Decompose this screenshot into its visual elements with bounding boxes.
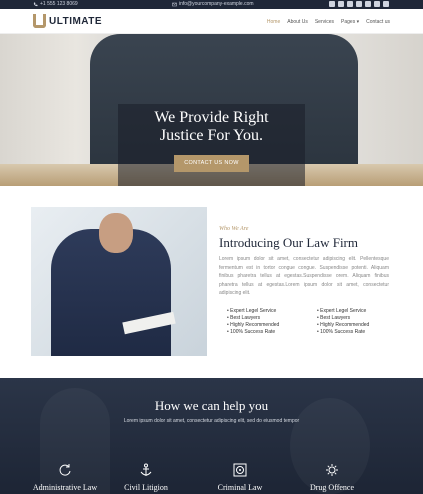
refresh-icon [59, 464, 71, 476]
site-header: ULTIMATE Home About Us Services Pages ▾ … [0, 9, 423, 34]
hero-title-line-2: Justice For You. [159, 127, 264, 144]
services-subtitle: Lorem ipsum dolor sit amet, consectetur … [123, 418, 300, 424]
anchor-icon [140, 463, 152, 476]
social-links [329, 1, 389, 7]
nav-about-us[interactable]: About Us [287, 19, 308, 25]
services-title: How we can help you [154, 398, 269, 413]
phone-icon [33, 2, 38, 6]
linkedin-icon[interactable] [347, 1, 353, 7]
service-name: Civil Litigion [124, 483, 168, 492]
service-civil-litigion[interactable]: Civil Litigion [101, 463, 191, 492]
logo-mark [33, 14, 46, 28]
feature-item: Expert Legel Service [317, 308, 369, 315]
feature-item: 100% Success Rate [227, 329, 279, 336]
main-nav: Home About Us Services Pages ▾ Contact u… [267, 19, 390, 25]
feature-item: Highly Recommended [227, 322, 279, 329]
skype-icon[interactable] [383, 1, 389, 7]
feature-item: 100% Success Rate [317, 329, 369, 336]
service-name: Drug Offence [309, 483, 355, 492]
about-text: Lorem ipsum dolor sit amet, consectetur … [219, 256, 389, 297]
feature-item: Expert Legel Service [227, 308, 279, 315]
email-address: info@yourcompany-example.com [179, 1, 254, 7]
email-contact[interactable]: info@yourcompany-example.com [172, 1, 254, 7]
hero-title-line-1: We Provide Right [154, 109, 269, 126]
contact-us-button[interactable]: CONTACT US NOW [174, 155, 249, 172]
service-drug-offence[interactable]: Drug Offence [287, 463, 377, 492]
photo-head [99, 213, 133, 253]
hero-banner: We Provide Right Justice For You. CONTAC… [0, 34, 423, 186]
feature-item: Highly Recommended [317, 322, 369, 329]
feature-item: Best Lawyers [227, 315, 279, 322]
services-section: How we can help you Lorem ipsum dolor si… [0, 378, 423, 494]
features-list-left: Expert Legel Service Best Lawyers Highly… [227, 308, 279, 336]
logo[interactable]: ULTIMATE [33, 14, 102, 28]
nav-contact-us[interactable]: Contact us [366, 19, 390, 25]
about-title: Introducing Our Law Firm [219, 235, 359, 250]
service-criminal-law[interactable]: Criminal Law [195, 463, 285, 492]
twitter-icon[interactable] [338, 1, 344, 7]
nav-home[interactable]: Home [267, 19, 280, 25]
envelope-icon [172, 2, 177, 6]
facebook-icon[interactable] [329, 1, 335, 7]
mail-icon[interactable] [374, 1, 380, 7]
instagram-icon[interactable] [356, 1, 362, 7]
about-lawyer-photo [31, 207, 207, 356]
nav-services[interactable]: Services [315, 19, 334, 25]
features-list-right: Expert Legel Service Best Lawyers Highly… [317, 308, 369, 336]
service-name: Criminal Law [217, 483, 263, 492]
youtube-icon[interactable] [365, 1, 371, 7]
target-icon [233, 463, 247, 477]
feature-item: Best Lawyers [317, 315, 369, 322]
service-name: Administrative Law [32, 483, 98, 492]
hero-title: We Provide Right Justice For You. [118, 109, 305, 145]
phone-contact[interactable]: +1 555 123 8069 [33, 1, 78, 7]
top-bar: +1 555 123 8069 info@yourcompany-example… [0, 0, 423, 9]
brand-name: ULTIMATE [49, 15, 103, 27]
service-administrative-law[interactable]: Administrative Law [20, 463, 110, 492]
gear-icon [326, 464, 338, 476]
nav-pages[interactable]: Pages ▾ [341, 19, 359, 25]
about-subtitle: Who We Are [219, 226, 249, 232]
phone-number: +1 555 123 8069 [40, 1, 78, 7]
